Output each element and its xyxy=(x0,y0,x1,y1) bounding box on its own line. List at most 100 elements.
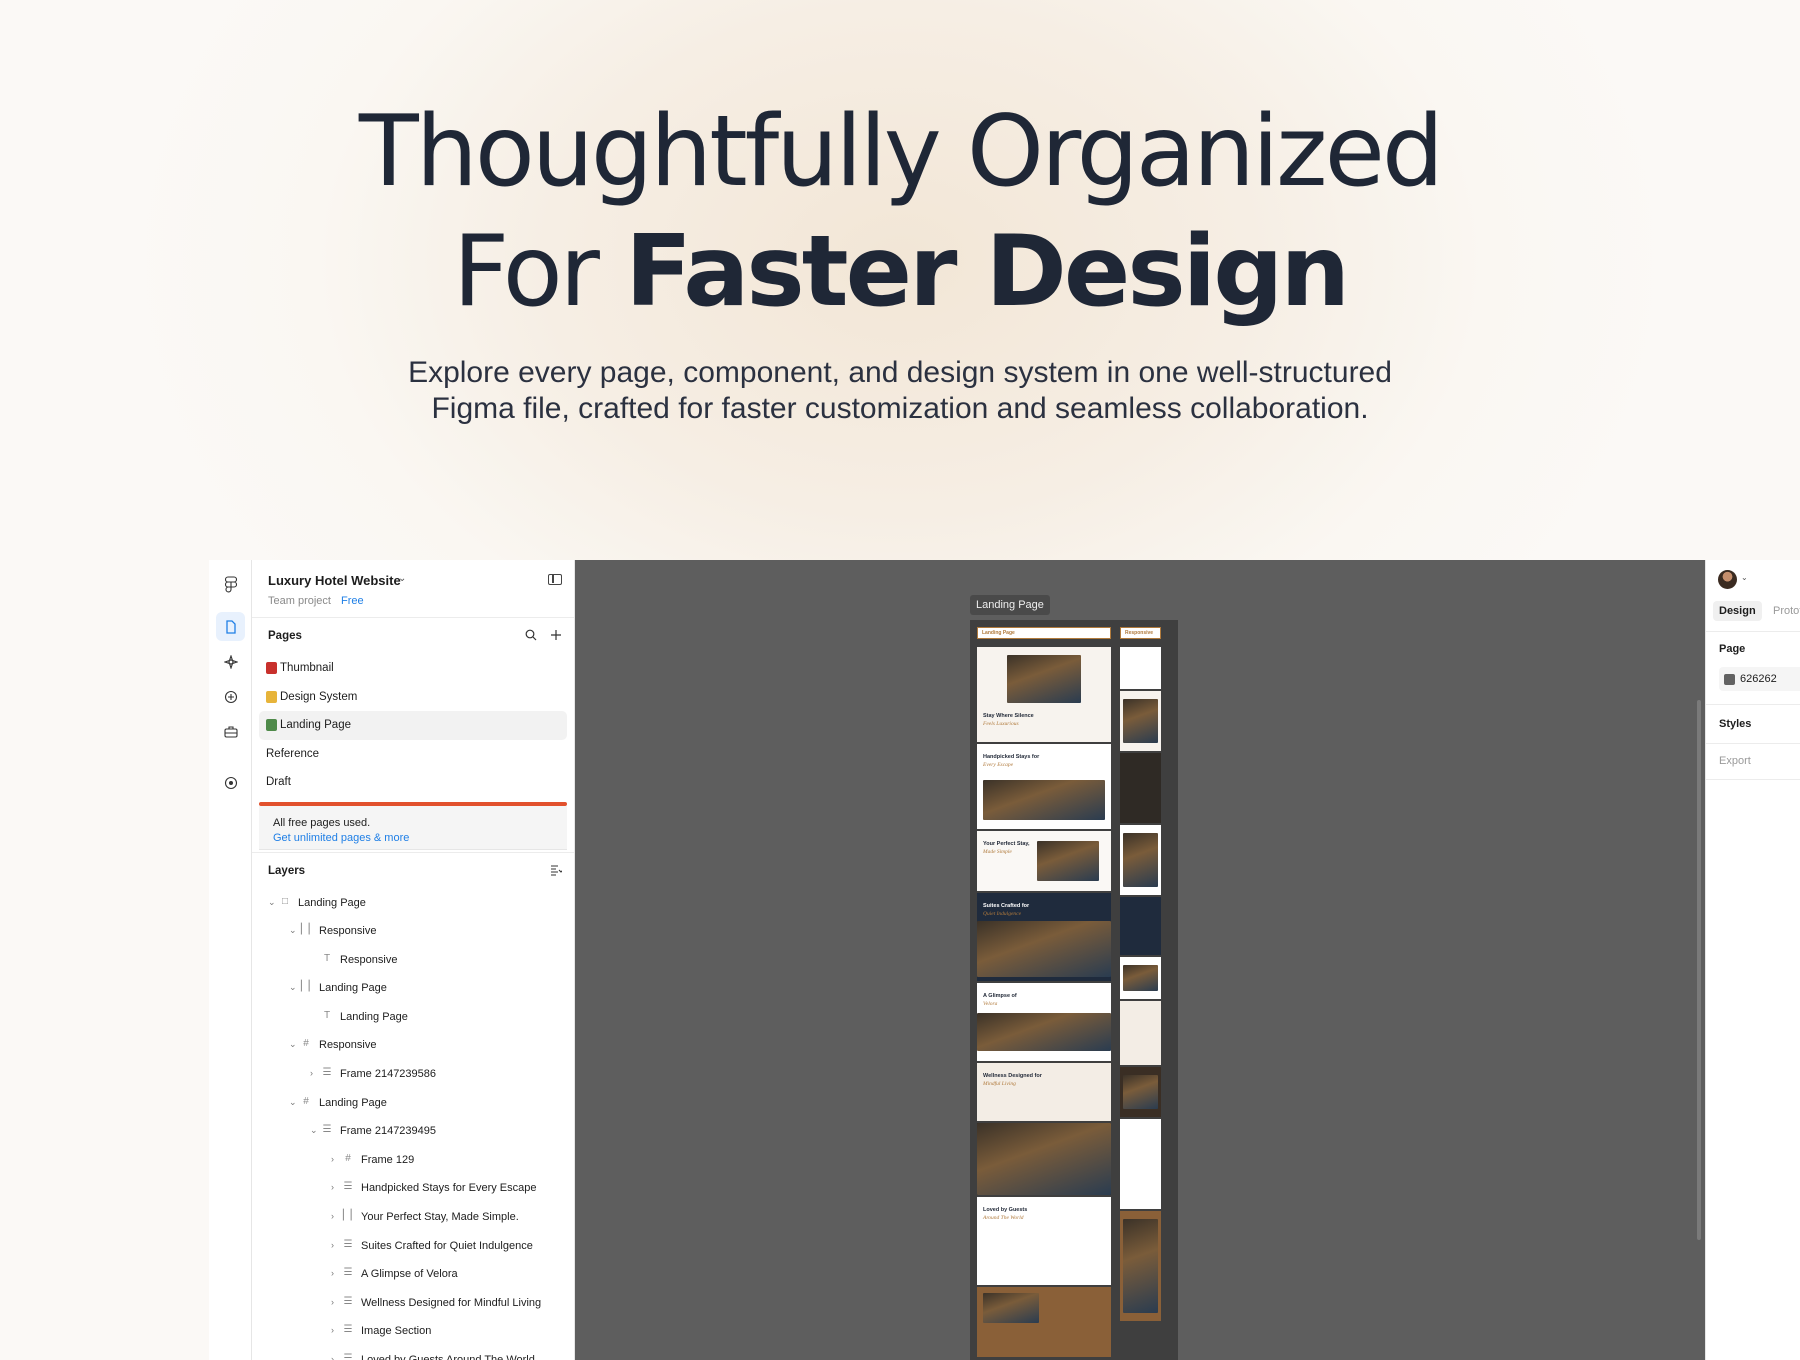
responsive-section-thumbnail xyxy=(1120,647,1161,689)
page-color-swatch[interactable] xyxy=(1724,674,1735,685)
section-title: Your Perfect Stay, xyxy=(983,841,1030,847)
upgrade-link[interactable]: Get unlimited pages & more xyxy=(273,832,409,844)
page-section-label: Page xyxy=(1719,643,1746,655)
divider xyxy=(1706,704,1800,705)
avatar[interactable] xyxy=(1718,570,1737,589)
chevron-right-icon[interactable]: › xyxy=(310,1068,313,1078)
hotel-photo xyxy=(1123,699,1158,743)
divider xyxy=(1706,743,1800,744)
section-title: Stay Where Silence xyxy=(983,713,1034,719)
page-item[interactable]: Design System xyxy=(259,683,567,712)
section-title: Suites Crafted for xyxy=(983,903,1030,909)
chevron-down-icon[interactable]: ⌄ xyxy=(268,897,276,908)
layer-label: Handpicked Stays for Every Escape xyxy=(361,1182,537,1195)
layer-row[interactable]: › ☰ Loved by Guests Around The World xyxy=(252,1346,574,1360)
layer-row[interactable]: ⌄ # Landing Page xyxy=(252,1089,574,1118)
tab-prototype[interactable]: Prototype xyxy=(1767,601,1800,621)
frame-icon: # xyxy=(303,1038,309,1050)
responsive-section-thumbnail xyxy=(1120,1067,1161,1117)
responsive-section-thumbnail xyxy=(1120,1211,1161,1321)
chevron-right-icon[interactable]: › xyxy=(331,1182,334,1192)
layer-row[interactable]: › # Frame 129 xyxy=(252,1146,574,1175)
page-item[interactable]: Landing Page xyxy=(259,711,567,740)
layer-row[interactable]: › ☰ A Glimpse of Velora xyxy=(252,1260,574,1289)
page-item[interactable]: Thumbnail xyxy=(259,654,567,683)
canvas[interactable]: Landing Page Landing Page Stay Where Sil… xyxy=(575,560,1705,1360)
layer-row[interactable]: ⌄ ☰ Frame 2147239495 xyxy=(252,1117,574,1146)
chevron-right-icon[interactable]: › xyxy=(331,1354,334,1360)
layer-row[interactable]: ⌄ ▏▏ Landing Page xyxy=(252,974,574,1003)
hero-subtitle-line1: Explore every page, component, and desig… xyxy=(408,356,1392,389)
hotel-photo xyxy=(1037,841,1099,881)
chevron-right-icon[interactable]: › xyxy=(331,1154,334,1164)
picture-icon xyxy=(266,719,277,731)
chevron-down-icon[interactable]: ⌄ xyxy=(310,1125,318,1136)
page-item-label: Landing Page xyxy=(280,719,351,731)
assets-icon[interactable] xyxy=(216,647,245,676)
chevron-right-icon[interactable]: › xyxy=(331,1211,334,1221)
community-icon[interactable] xyxy=(216,768,245,797)
team-label[interactable]: Team project xyxy=(268,595,331,607)
layer-row[interactable]: ⌄ ▏▏ Responsive xyxy=(252,917,574,946)
section-title: Wellness Designed for xyxy=(983,1073,1042,1079)
chevron-right-icon[interactable]: › xyxy=(331,1240,334,1250)
layers-title: Layers xyxy=(268,864,306,877)
chevron-right-icon[interactable]: › xyxy=(331,1325,334,1335)
chevron-down-icon[interactable]: ⌄ xyxy=(398,573,406,584)
layer-row[interactable]: T Responsive xyxy=(252,946,574,975)
hero-title: Thoughtfully Organized For Faster Design xyxy=(0,92,1800,332)
layer-label: Landing Page xyxy=(340,1010,408,1023)
chevron-right-icon[interactable]: › xyxy=(331,1297,334,1307)
responsive-section-thumbnail xyxy=(1120,1001,1161,1065)
chevron-down-icon[interactable]: ⌄ xyxy=(289,925,297,936)
autolayout-icon: ▏▏ xyxy=(301,924,317,936)
layer-row[interactable]: ⌄ □ Landing Page xyxy=(252,889,574,918)
plan-badge[interactable]: Free xyxy=(341,595,364,607)
layer-label: Frame 2147239495 xyxy=(340,1125,437,1138)
toolbox-icon[interactable] xyxy=(216,717,245,746)
layer-row[interactable]: › ☰ Handpicked Stays for Every Escape xyxy=(252,1174,574,1203)
layer-label: Wellness Designed for Mindful Living xyxy=(361,1296,542,1309)
add-plugin-icon[interactable] xyxy=(216,682,245,711)
palette-icon xyxy=(266,690,277,703)
hotel-photo xyxy=(983,1293,1039,1323)
layers-header: Layers xyxy=(252,853,574,889)
layers-list: ⌄ □ Landing Page ⌄ ▏▏ Responsive T Responsive ⌄ ▏… xyxy=(252,889,574,1360)
layer-row[interactable]: › ☰ Suites Crafted for Quiet Indulgence xyxy=(252,1232,574,1261)
search-icon[interactable] xyxy=(525,628,537,644)
tab-design[interactable]: Design xyxy=(1713,601,1762,621)
collapse-layers-icon[interactable] xyxy=(550,863,564,879)
add-page-icon[interactable] xyxy=(550,628,562,644)
hotel-photo xyxy=(1007,655,1081,703)
layer-row[interactable]: › ☰ Frame 2147239586 xyxy=(252,1060,574,1089)
layers-section: Layers ⌄ □ Landing Page ⌄ ▏▏ Responsive T Respo… xyxy=(252,851,574,1360)
chevron-right-icon[interactable]: › xyxy=(331,1268,334,1278)
layer-row[interactable]: › ▏▏ Your Perfect Stay, Made Simple. xyxy=(252,1203,574,1232)
layer-row[interactable]: T Landing Page xyxy=(252,1003,574,1032)
landing-page-frame[interactable]: Landing Page Stay Where Silence Feels Lux… xyxy=(970,620,1178,1360)
page-icon: □ xyxy=(281,895,289,907)
layer-row[interactable]: › ☰ Image Section xyxy=(252,1317,574,1346)
page-item[interactable]: Draft xyxy=(259,768,567,797)
layer-row[interactable]: ⌄ # Responsive xyxy=(252,1031,574,1060)
chevron-down-icon[interactable]: ⌄ xyxy=(1741,573,1748,582)
file-icon[interactable] xyxy=(216,612,245,641)
figma-logo-icon[interactable] xyxy=(216,570,245,599)
chevron-down-icon[interactable]: ⌄ xyxy=(289,1039,297,1050)
frame-tag[interactable]: Landing Page xyxy=(970,595,1050,615)
hotel-photo xyxy=(977,921,1111,977)
layer-label: Responsive xyxy=(340,953,398,966)
chevron-down-icon[interactable]: ⌄ xyxy=(289,1097,297,1108)
chevron-down-icon[interactable]: ⌄ xyxy=(289,982,297,993)
export-label[interactable]: Export xyxy=(1719,755,1751,767)
page-color-hex[interactable]: 626262 xyxy=(1740,673,1777,685)
panel-toggle-icon[interactable] xyxy=(548,574,562,585)
hotel-photo xyxy=(983,780,1105,820)
layer-label: Suites Crafted for Quiet Indulgence xyxy=(361,1239,533,1252)
canvas-scrollbar[interactable] xyxy=(1697,700,1701,1240)
layer-label: A Glimpse of Velora xyxy=(361,1268,458,1281)
layer-row[interactable]: › ☰ Wellness Designed for Mindful Living xyxy=(252,1289,574,1318)
file-name[interactable]: Luxury Hotel Website xyxy=(268,573,401,588)
text-icon: T xyxy=(323,952,331,964)
page-item[interactable]: Reference xyxy=(259,740,567,769)
